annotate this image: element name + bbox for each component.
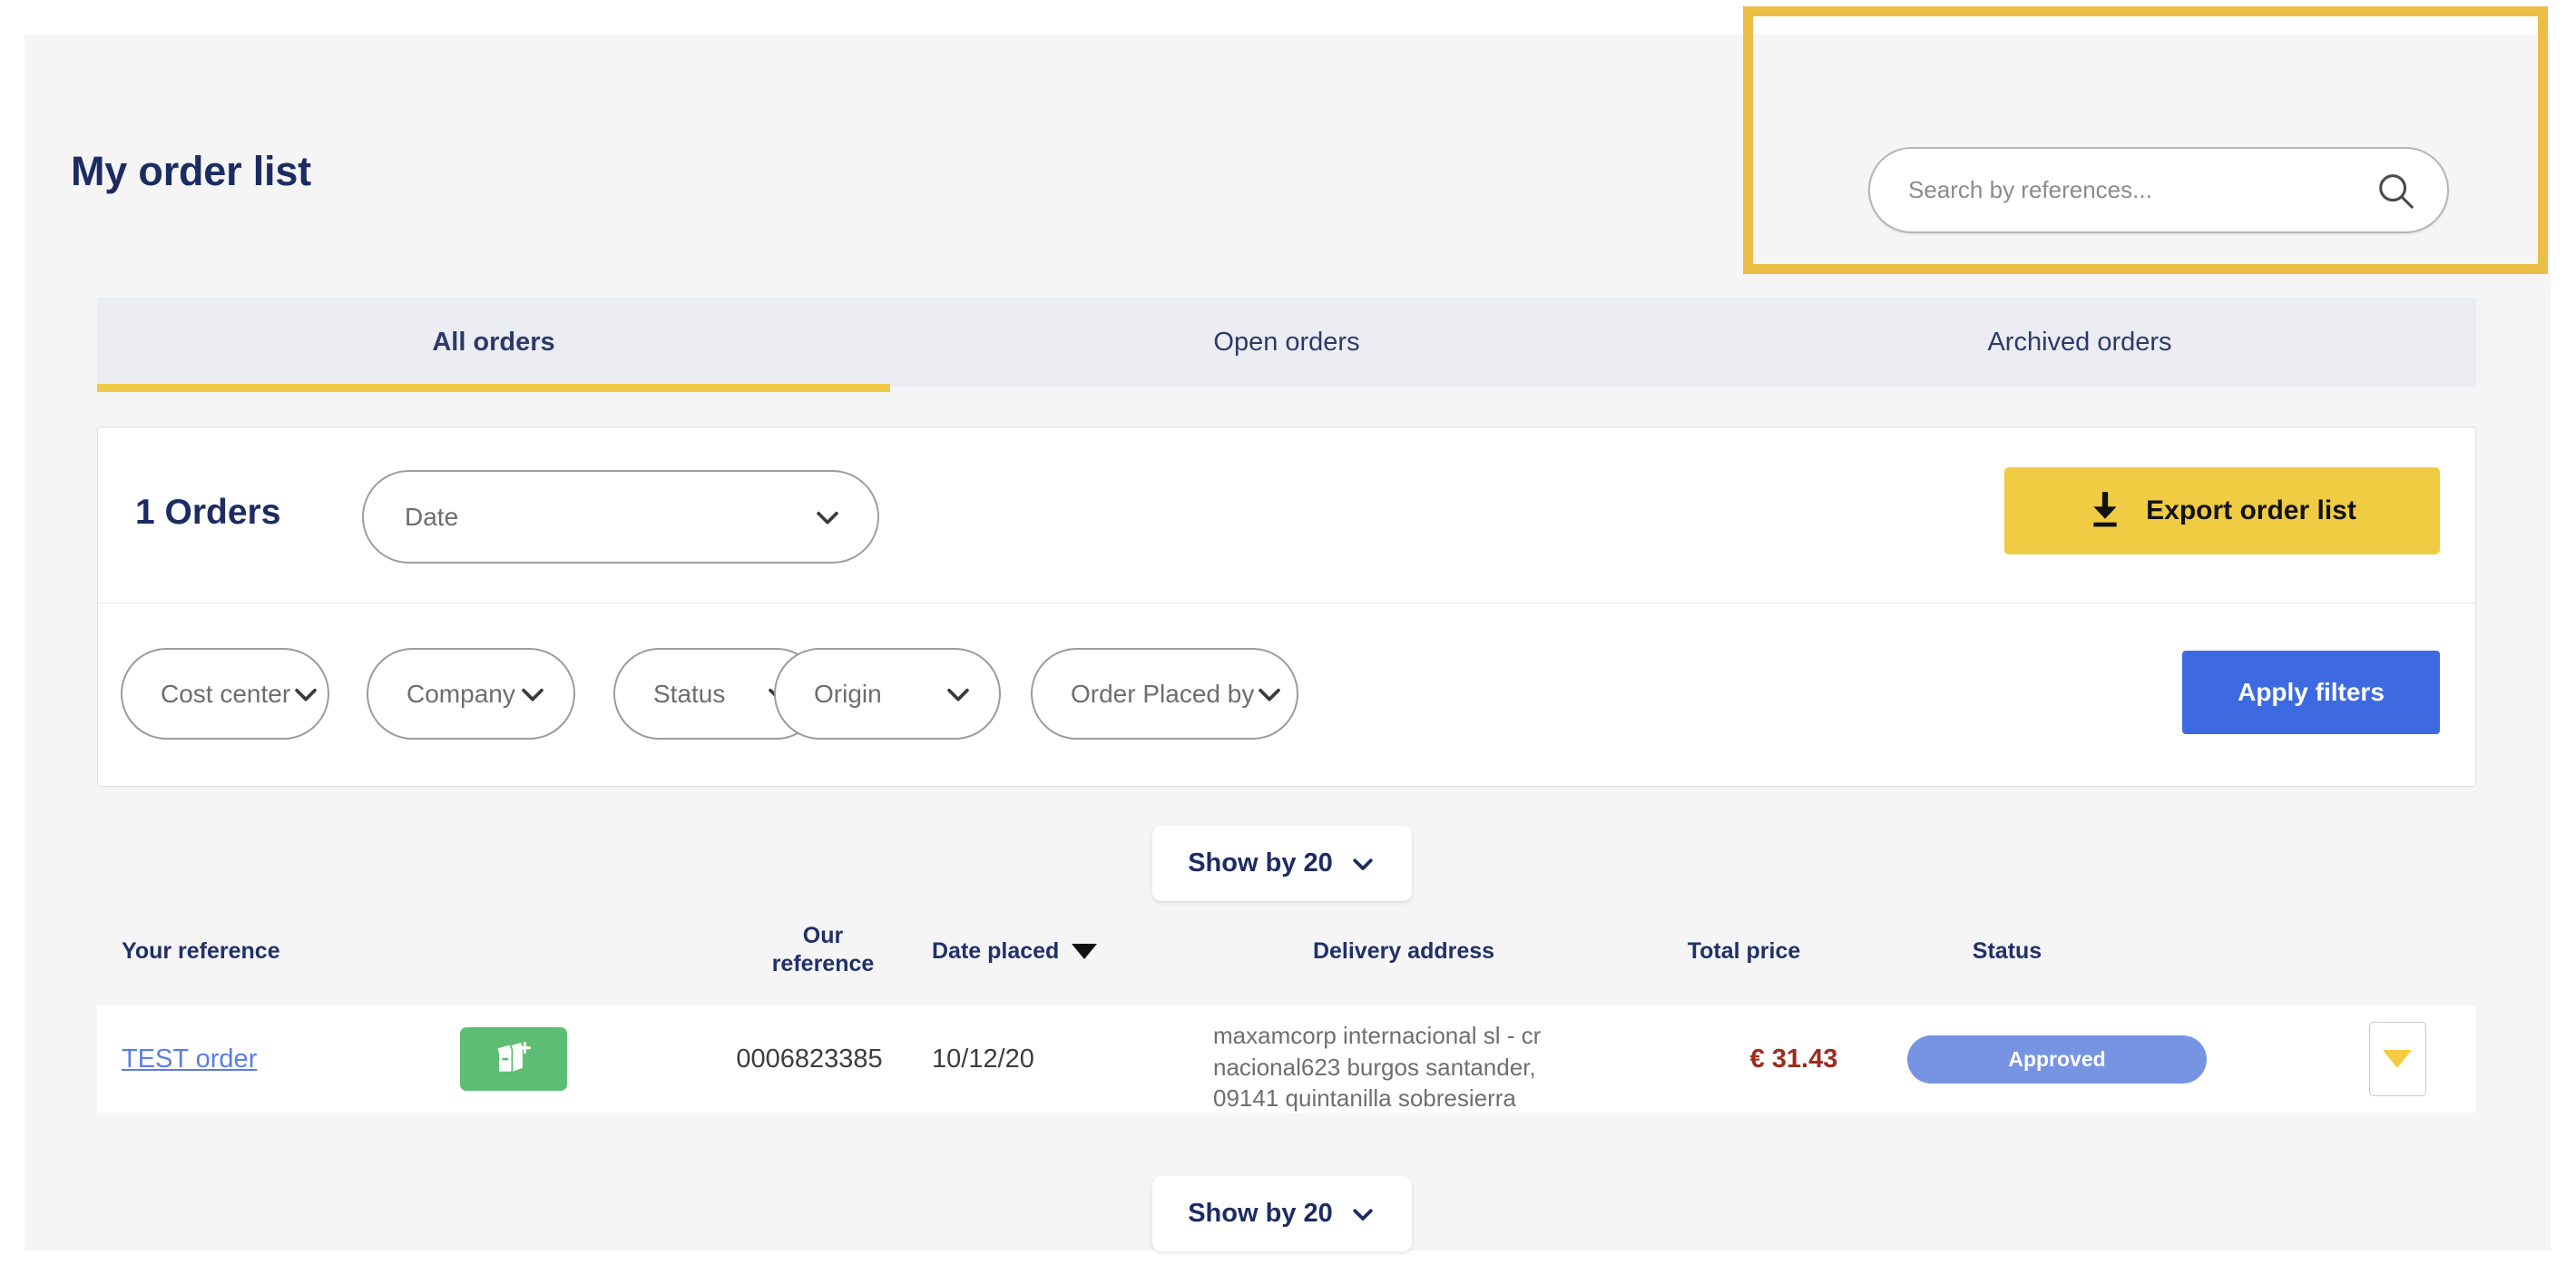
table-header-row: Your reference Our reference Date placed… [97, 897, 2476, 1005]
sort-by-date-label: Date [405, 502, 459, 531]
orders-count: 1 Orders [135, 493, 281, 532]
column-header-status[interactable]: Status [1903, 897, 2111, 1005]
search-container [1868, 147, 2449, 233]
orders-table: Your reference Our reference Date placed… [97, 897, 2476, 1113]
sort-desc-caret-icon[interactable] [1072, 943, 1098, 959]
filter-cost-center-label: Cost center [161, 679, 291, 708]
chevron-down-icon [1259, 688, 1281, 701]
column-header-delivery-address[interactable]: Delivery address [1213, 897, 1594, 1005]
column-header-our-reference-line2: reference [771, 950, 875, 976]
sort-by-date-select[interactable]: Date [362, 470, 879, 564]
page-header: My order list [24, 34, 2551, 261]
page-title: My order list [71, 148, 311, 194]
cell-our-reference: 0006823385 [736, 1044, 883, 1074]
chevron-down-icon [1353, 858, 1373, 870]
cell-total-price: € 31.43 [1749, 1044, 1838, 1074]
export-order-list-button[interactable]: Export order list [2004, 467, 2440, 554]
order-tabs: All orders Open orders Archived orders [97, 298, 2476, 392]
box-plus-icon [497, 1042, 531, 1072]
show-by-label-bottom: Show by 20 [1188, 1199, 1333, 1228]
cell-expand [2338, 1005, 2456, 1113]
order-list-page: My order list All orders Open orders Arc… [24, 34, 2551, 1251]
tab-all-orders[interactable]: All orders [97, 298, 890, 392]
filter-cost-center[interactable]: Cost center [121, 648, 329, 740]
filter-card: 1 Orders Date Export order list Cost cen… [97, 427, 2476, 787]
delivery-address-line-3: 09141 quintanilla sobresierra [1213, 1084, 1516, 1113]
delivery-address-line-1: maxamcorp internacional sl - cr [1213, 1022, 1542, 1049]
show-by-selector-top[interactable]: Show by 20 [1152, 826, 1412, 901]
cell-date-placed: 10/12/20 [932, 1044, 1034, 1074]
column-header-our-reference[interactable]: Our reference [732, 897, 914, 1005]
tab-open-orders-label: Open orders [1213, 327, 1360, 357]
expand-row-button[interactable] [2368, 1022, 2426, 1096]
search-icon[interactable] [2375, 170, 2416, 211]
filter-company-label: Company [406, 679, 515, 708]
column-header-total-price[interactable]: Total price [1640, 897, 1848, 1005]
search-box[interactable] [1868, 147, 2449, 233]
table-row[interactable]: TEST order 0006823385 10/12/20 maxamcorp… [97, 1005, 2476, 1113]
order-link[interactable]: TEST order [122, 1045, 257, 1074]
filter-order-placed-by[interactable]: Order Placed by [1031, 648, 1298, 740]
delivery-address-line-2: nacional623 burgos santander, [1213, 1053, 1536, 1081]
tab-archived-orders[interactable]: Archived orders [1683, 298, 2476, 387]
filter-origin-label: Origin [814, 679, 882, 708]
filter-origin[interactable]: Origin [774, 648, 1001, 740]
filter-order-placed-by-label: Order Placed by [1071, 679, 1255, 708]
chevron-down-icon [817, 511, 838, 525]
chevron-down-icon [1353, 1208, 1373, 1221]
cell-your-reference: TEST order [122, 1005, 421, 1113]
filter-row: Cost center Company Status Origin Order … [98, 603, 2475, 787]
cell-delivery-address: maxamcorp internacional sl - cr nacional… [1213, 1005, 1649, 1113]
filter-toolbar: 1 Orders Date Export order list [98, 427, 2475, 603]
download-icon [2093, 492, 2117, 527]
filter-status-label: Status [653, 679, 726, 708]
tab-open-orders[interactable]: Open orders [890, 298, 1683, 387]
chevron-down-icon [947, 688, 969, 701]
search-input[interactable] [1908, 176, 2375, 204]
column-header-our-reference-line1: Our [802, 923, 844, 948]
column-header-date-placed-label: Date placed [932, 937, 1060, 964]
add-to-cart-box-icon[interactable] [460, 1027, 567, 1091]
chevron-down-icon [522, 688, 544, 701]
tab-archived-orders-label: Archived orders [1987, 327, 2172, 357]
export-order-list-label: Export order list [2146, 495, 2356, 525]
cell-status: Approved [1903, 1005, 2211, 1113]
filter-company[interactable]: Company [367, 648, 575, 740]
status-badge: Approved [1907, 1035, 2207, 1084]
column-header-date-placed[interactable]: Date placed [932, 897, 1204, 1005]
caret-down-icon [2383, 1050, 2412, 1068]
chevron-down-icon [295, 688, 317, 701]
column-header-your-reference[interactable]: Your reference [122, 897, 394, 1005]
show-by-label-top: Show by 20 [1188, 848, 1333, 878]
show-by-selector-bottom[interactable]: Show by 20 [1152, 1176, 1412, 1251]
tab-all-orders-label: All orders [432, 327, 555, 357]
apply-filters-button[interactable]: Apply filters [2182, 651, 2440, 734]
cell-reorder [460, 1005, 605, 1113]
